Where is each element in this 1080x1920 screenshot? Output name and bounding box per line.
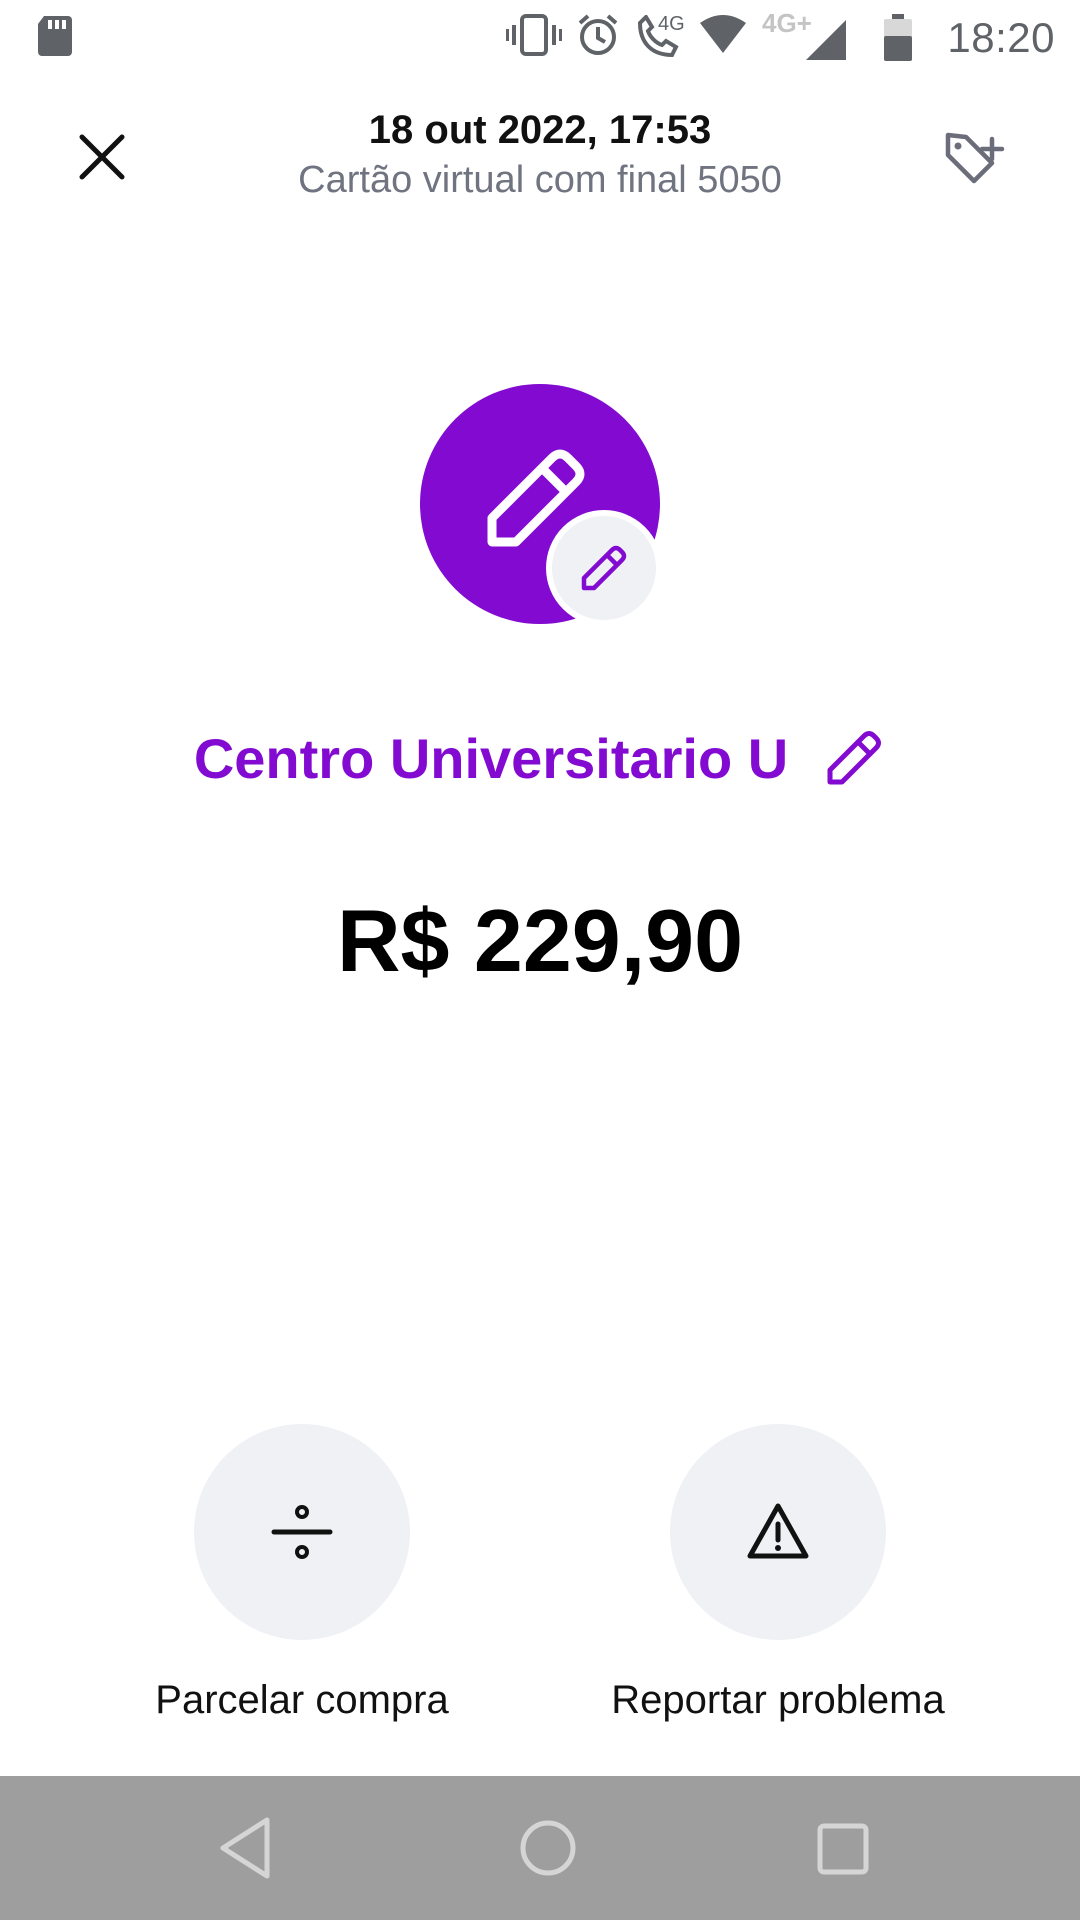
tag-add-icon: [945, 132, 1005, 184]
recents-button[interactable]: [800, 1806, 884, 1890]
report-problem-label[interactable]: Reportar problema: [568, 1678, 988, 1723]
transaction-amount: R$ 229,90: [336, 891, 744, 990]
category-avatar: [420, 384, 662, 626]
back-button[interactable]: [205, 1806, 289, 1890]
edit-category-button[interactable]: [546, 510, 662, 626]
report-problem-button[interactable]: [670, 1424, 886, 1640]
wifi-calling-icon: 4G: [634, 13, 685, 59]
header-text: 18 out 2022, 17:53 Cartão virtual com fi…: [190, 105, 890, 205]
sd-card-icon: [36, 14, 74, 63]
installment-button[interactable]: [194, 1424, 410, 1640]
vibrate-icon: [506, 13, 562, 62]
back-icon: [220, 1817, 270, 1879]
edit-merchant-button[interactable]: [822, 726, 886, 790]
home-icon: [520, 1820, 576, 1876]
close-icon: [79, 134, 125, 180]
alarm-icon: [576, 13, 620, 62]
header: 18 out 2022, 17:53 Cartão virtual com fi…: [0, 100, 1080, 220]
transaction-date: 18 out 2022, 17:53: [368, 108, 712, 152]
recents-icon: [817, 1823, 869, 1875]
pencil-icon: [827, 731, 882, 785]
pencil-icon: [581, 545, 627, 591]
installment-label[interactable]: Parcelar compra: [92, 1678, 512, 1723]
battery-icon: [884, 14, 912, 67]
signal-4g-plus-icon: 4G+: [762, 8, 850, 62]
call-network-label: 4G: [658, 13, 685, 35]
add-tag-button[interactable]: [940, 125, 1010, 195]
divide-icon: [271, 1505, 333, 1559]
report-problem-action[interactable]: Reportar problema: [568, 1424, 988, 1723]
transaction-detail-screen: 4G 4G+ 18:20 18 out 2022, 17:53 Cartão v…: [0, 0, 1080, 1920]
card-description: Cartão virtual com final 5050: [298, 159, 782, 201]
warning-icon: [747, 1503, 809, 1559]
merchant-row[interactable]: Centro Universitario U: [0, 718, 1080, 798]
status-time: 18:20: [947, 14, 1055, 61]
system-nav-bar: [0, 1776, 1080, 1920]
wifi-icon: [698, 13, 748, 62]
merchant-name[interactable]: Centro Universitario U: [194, 726, 788, 791]
installment-action[interactable]: Parcelar compra: [92, 1424, 512, 1723]
home-button[interactable]: [506, 1806, 590, 1890]
close-button[interactable]: [70, 125, 134, 189]
status-icons: 4G 4G+: [506, 8, 850, 62]
status-bar: 4G 4G+ 18:20: [0, 0, 1080, 75]
